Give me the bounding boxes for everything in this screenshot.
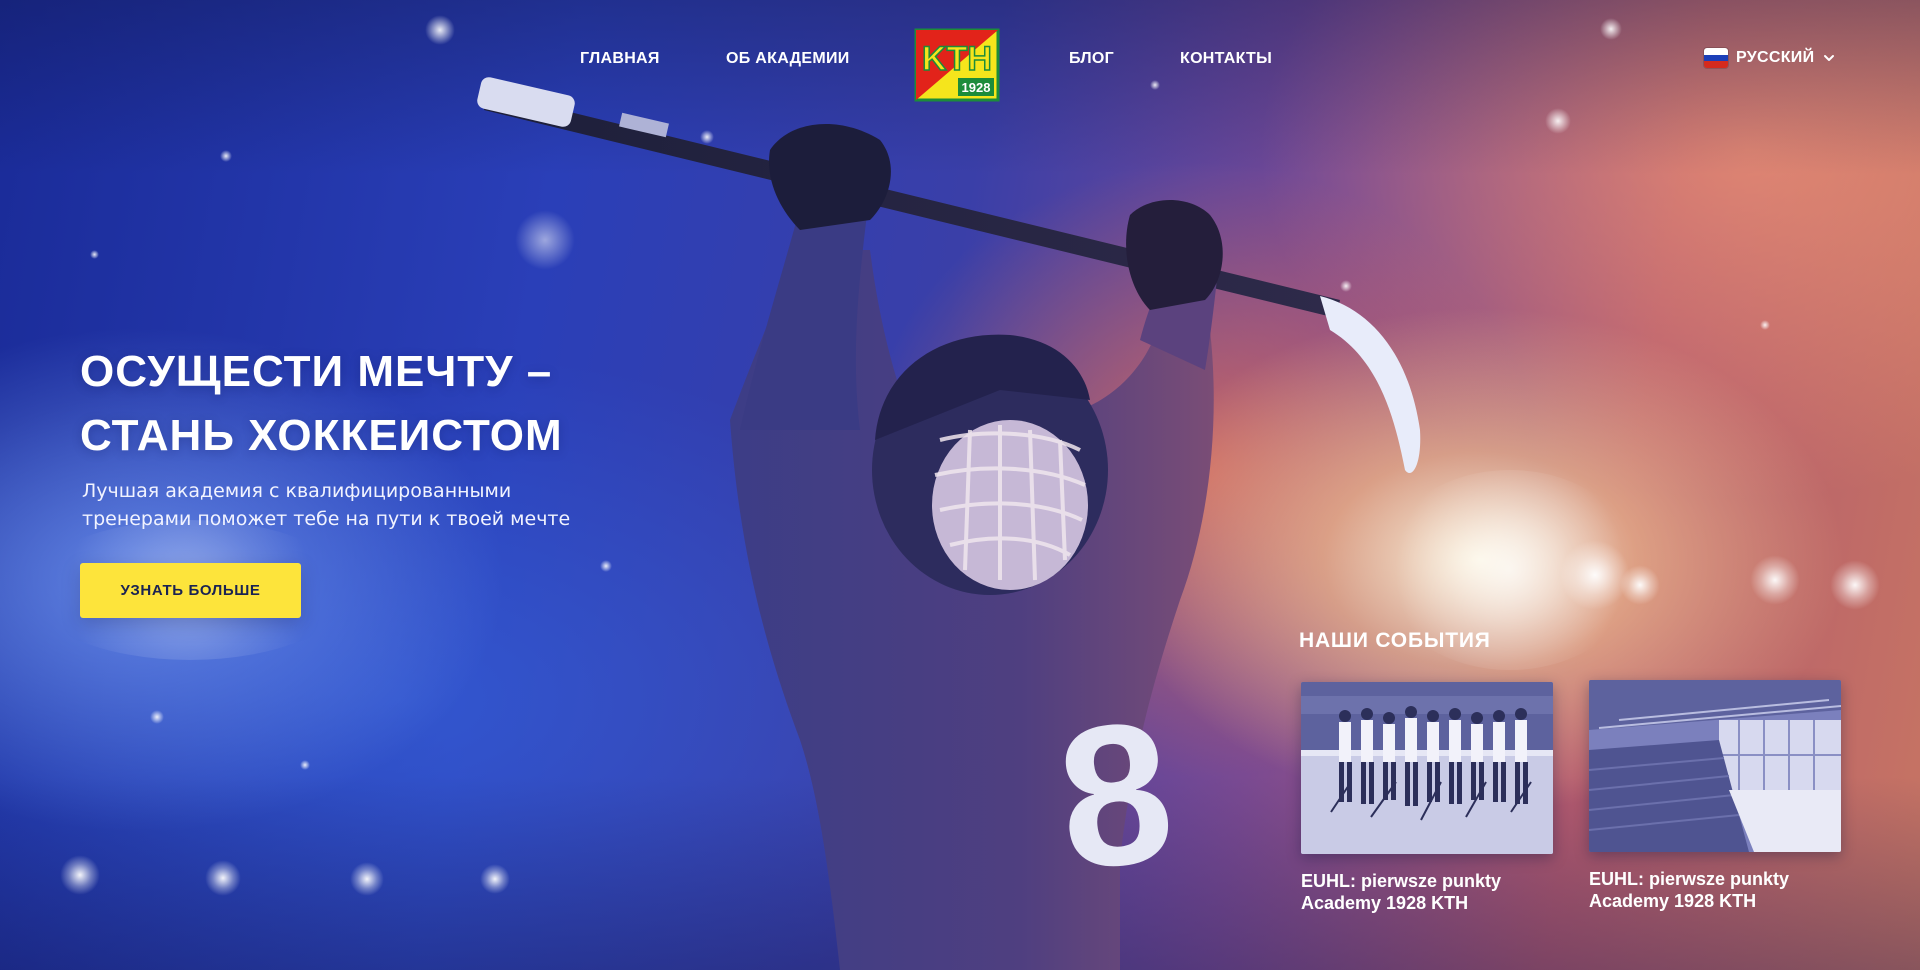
event-thumbnail xyxy=(1301,682,1553,854)
nav-link-about[interactable]: ОБ АКАДЕМИИ xyxy=(726,50,850,68)
nav-link-contacts[interactable]: КОНТАКТЫ xyxy=(1180,50,1272,68)
player-head xyxy=(872,334,1108,595)
event-title-line: EUHL: pierwsze punkty xyxy=(1589,869,1790,889)
hero-subtitle-line: тренерами поможет тебе на пути к твоей м… xyxy=(82,508,571,530)
nav-link-home[interactable]: ГЛАВНАЯ xyxy=(580,50,660,68)
event-title-line: Academy 1928 KTH xyxy=(1589,891,1757,911)
ice-arena-photo xyxy=(1589,680,1841,852)
hero-title-line: ОСУЩЕСТИ МЕЧТУ – xyxy=(80,347,553,396)
chevron-down-icon xyxy=(1824,55,1835,61)
learn-more-button[interactable]: УЗНАТЬ БОЛЬШЕ xyxy=(80,563,301,618)
event-card[interactable]: EUHL: pierwsze punkty Academy 1928 KTH xyxy=(1301,682,1553,914)
event-title-line: EUHL: pierwsze punkty xyxy=(1301,871,1502,891)
site-header: ГЛАВНАЯ ОБ АКАДЕМИИ KTH 1928 БЛОГ КОНТАК… xyxy=(0,0,1920,120)
hero-subtitle-line: Лучшая академия с квалифицированными xyxy=(82,480,512,502)
language-selector[interactable]: РУССКИЙ xyxy=(1704,46,1836,70)
event-title[interactable]: EUHL: pierwsze punkty Academy 1928 KTH xyxy=(1589,868,1841,912)
nav-link-blog[interactable]: БЛОГ xyxy=(1069,50,1114,68)
jersey-number: 8 xyxy=(1049,679,1183,912)
hockey-team-lineup-photo xyxy=(1301,682,1553,854)
event-title-line: Academy 1928 KTH xyxy=(1301,893,1469,913)
russia-flag-icon xyxy=(1704,48,1728,68)
kth-logo[interactable]: KTH 1928 xyxy=(912,28,1002,102)
event-title[interactable]: EUHL: pierwsze punkty Academy 1928 KTH xyxy=(1301,870,1553,914)
kth-logo-icon: KTH 1928 xyxy=(914,28,1000,102)
event-card[interactable]: EUHL: pierwsze punkty Academy 1928 KTH xyxy=(1589,680,1841,912)
language-label: РУССКИЙ xyxy=(1736,49,1815,66)
hero-subtitle: Лучшая академия с квалифицированными тре… xyxy=(82,477,602,533)
logo-letters: KTH xyxy=(922,40,992,78)
logo-year: 1928 xyxy=(962,80,991,95)
hero-title-line: СТАНЬ ХОККЕИСТОМ xyxy=(80,411,563,460)
hero-title: ОСУЩЕСТИ МЕЧТУ – СТАНЬ ХОККЕИСТОМ xyxy=(80,340,720,468)
events-section-title: НАШИ СОБЫТИЯ xyxy=(1299,629,1491,652)
event-thumbnail xyxy=(1589,680,1841,852)
